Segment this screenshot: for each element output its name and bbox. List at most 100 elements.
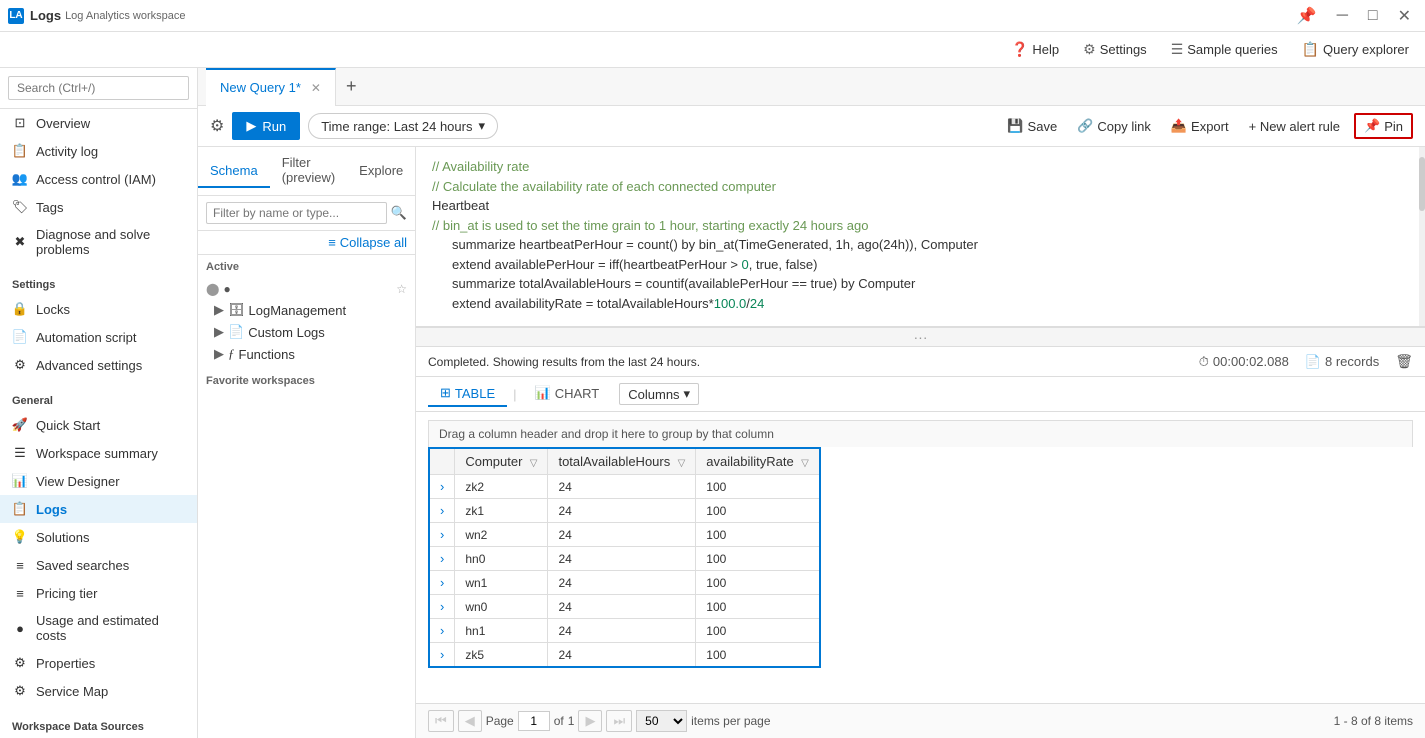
pin-window-btn[interactable]: 📌 [1291,4,1323,28]
editor-settings-btn[interactable]: ⚙ [210,116,224,136]
add-tab-btn[interactable]: + [336,76,367,97]
row-expand-btn[interactable]: › [429,571,455,595]
results-duration: ⏱ 00:00:02.088 [1199,354,1289,370]
sidebar-item-workspace-summary[interactable]: ☰ Workspace summary [0,439,197,467]
query-explorer-label: Query explorer [1323,42,1409,57]
prev-page-btn[interactable]: ◀ [458,710,482,732]
sidebar-item-tags[interactable]: 🏷 Tags [0,193,197,221]
run-button[interactable]: ▶ Run [232,112,300,140]
editor-code-area[interactable]: // Availability rate // Calculate the av… [416,147,1425,327]
sidebar-search-input[interactable] [8,76,189,100]
schema-item-log-management[interactable]: ▶ 🗄 LogManagement [198,299,415,321]
minimize-btn[interactable]: ─ [1331,4,1354,28]
sidebar-item-locks[interactable]: 🔒 Locks [0,295,197,323]
schema-item-functions[interactable]: ▶ ƒ Functions [198,343,415,365]
col-header-availability-rate[interactable]: availabilityRate ▽ [696,448,820,475]
pagination-summary: 1 - 8 of 8 items [1334,714,1413,728]
pagination: ⏮ ◀ Page of 1 ▶ ⏭ 50100200 items per pag… [416,703,1425,738]
schema-tab-explore[interactable]: Explore [347,155,415,188]
delete-results-btn[interactable]: 🗑 [1395,353,1413,370]
time-range-btn[interactable]: Time range: Last 24 hours ▾ [308,113,498,139]
page-input[interactable] [518,711,550,731]
time-range-label: Time range: Last 24 hours [321,119,472,134]
sidebar-item-advanced[interactable]: ⚙ Advanced settings [0,351,197,379]
sidebar-item-quickstart[interactable]: 🚀 Quick Start [0,411,197,439]
row-total-available: 24 [548,547,696,571]
sidebar-item-overview-label: Overview [36,116,90,131]
tab-close-btn[interactable]: ✕ [311,81,321,95]
sidebar-item-diagnose[interactable]: ✖ Diagnose and solve problems [0,221,197,263]
settings-nav-item[interactable]: ⚙ Settings [1079,41,1151,58]
results-tab-table[interactable]: ⊞ TABLE [428,381,507,407]
last-page-btn[interactable]: ⏭ [606,710,632,732]
row-expand-btn[interactable]: › [429,475,455,499]
schema-section-active: ⬤ ● ☆ ▶ 🗄 LogManagement ▶ 📄 Custom Logs [198,275,415,369]
computer-filter-icon[interactable]: ▽ [530,458,538,469]
export-btn[interactable]: 📤 Export [1165,114,1235,138]
sidebar-item-saved-searches[interactable]: ≡ Saved searches [0,551,197,579]
tab-new-query-1[interactable]: New Query 1* ✕ [206,68,336,106]
row-expand-btn[interactable]: › [429,547,455,571]
sidebar-item-properties[interactable]: ⚙ Properties [0,649,197,677]
schema-item-custom-logs[interactable]: ▶ 📄 Custom Logs [198,321,415,343]
row-availability-rate: 100 [696,475,820,499]
sidebar-item-access-control[interactable]: 👥 Access control (IAM) [0,165,197,193]
expand-custom-logs-icon: ▶ [214,324,224,340]
automation-icon: 📄 [12,329,28,345]
schema-tab-filter[interactable]: Filter (preview) [270,147,347,195]
sample-queries-nav-item[interactable]: ☰ Sample queries [1167,41,1282,58]
first-page-btn[interactable]: ⏮ [428,710,454,732]
sidebar-item-automation[interactable]: 📄 Automation script [0,323,197,351]
editor-line-7: summarize totalAvailableHours = countif(… [432,274,1409,294]
schema-search-input[interactable] [206,202,387,224]
help-nav-item[interactable]: ❓ Help [1007,41,1063,58]
columns-chevron-icon: ▾ [684,386,691,402]
page-size-select[interactable]: 50100200 [636,710,687,732]
results-meta: ⏱ 00:00:02.088 📄 8 records 🗑 [1199,353,1413,370]
save-label: Save [1028,119,1058,134]
editor-scrollbar[interactable] [1419,147,1425,326]
log-management-icon: 🗄 [228,302,245,318]
sidebar-item-logs[interactable]: 📋 Logs [0,495,197,523]
time-range-chevron-icon: ▾ [478,118,485,134]
next-page-btn[interactable]: ▶ [578,710,602,732]
maximize-btn[interactable]: □ [1362,4,1384,28]
schema-tab-schema[interactable]: Schema [198,155,270,188]
availability-rate-filter-icon[interactable]: ▽ [801,458,809,469]
workspace-summary-icon: ☰ [12,445,28,461]
query-explorer-nav-item[interactable]: 📋 Query explorer [1298,41,1413,58]
table-icon: ⊞ [440,385,451,401]
sidebar-item-usage-costs[interactable]: ● Usage and estimated costs [0,607,197,649]
save-btn[interactable]: 💾 Save [1001,114,1063,138]
schema-active-label: Active [198,255,415,275]
total-available-filter-icon[interactable]: ▽ [678,458,686,469]
copy-link-btn[interactable]: 🔗 Copy link [1071,114,1157,138]
sidebar-item-logs-label: Logs [36,502,67,517]
sidebar-item-view-designer[interactable]: 📊 View Designer [0,467,197,495]
col-header-total-available[interactable]: totalAvailableHours ▽ [548,448,696,475]
col-header-computer[interactable]: Computer ▽ [455,448,548,475]
sidebar-item-activity-log[interactable]: 📋 Activity log [0,137,197,165]
results-tab-chart[interactable]: 📊 CHART [523,381,612,407]
row-expand-btn[interactable]: › [429,619,455,643]
pin-btn[interactable]: 📌 Pin [1354,113,1413,139]
sidebar-item-workspace-summary-label: Workspace summary [36,446,158,461]
close-btn[interactable]: ✕ [1392,4,1417,28]
results-divider[interactable]: ··· [416,327,1425,347]
columns-btn[interactable]: Columns ▾ [619,383,699,405]
schema-collapse-all-btn[interactable]: ≡ Collapse all [198,231,415,255]
row-expand-btn[interactable]: › [429,643,455,668]
new-alert-rule-btn[interactable]: + New alert rule [1243,115,1346,138]
row-expand-btn[interactable]: › [429,523,455,547]
row-expand-btn[interactable]: › [429,499,455,523]
row-expand-btn[interactable]: › [429,595,455,619]
sample-queries-icon: ☰ [1171,41,1184,58]
sidebar-item-solutions[interactable]: 💡 Solutions [0,523,197,551]
divider-dots-icon: ··· [914,329,928,345]
sidebar-item-saved-searches-label: Saved searches [36,558,129,573]
settings-label: Settings [1100,42,1147,57]
sidebar-item-overview[interactable]: ⊡ Overview [0,109,197,137]
copy-link-label: Copy link [1097,119,1150,134]
sidebar-item-service-map[interactable]: ⚙ Service Map [0,677,197,705]
sidebar-item-pricing-tier[interactable]: ≡ Pricing tier [0,579,197,607]
